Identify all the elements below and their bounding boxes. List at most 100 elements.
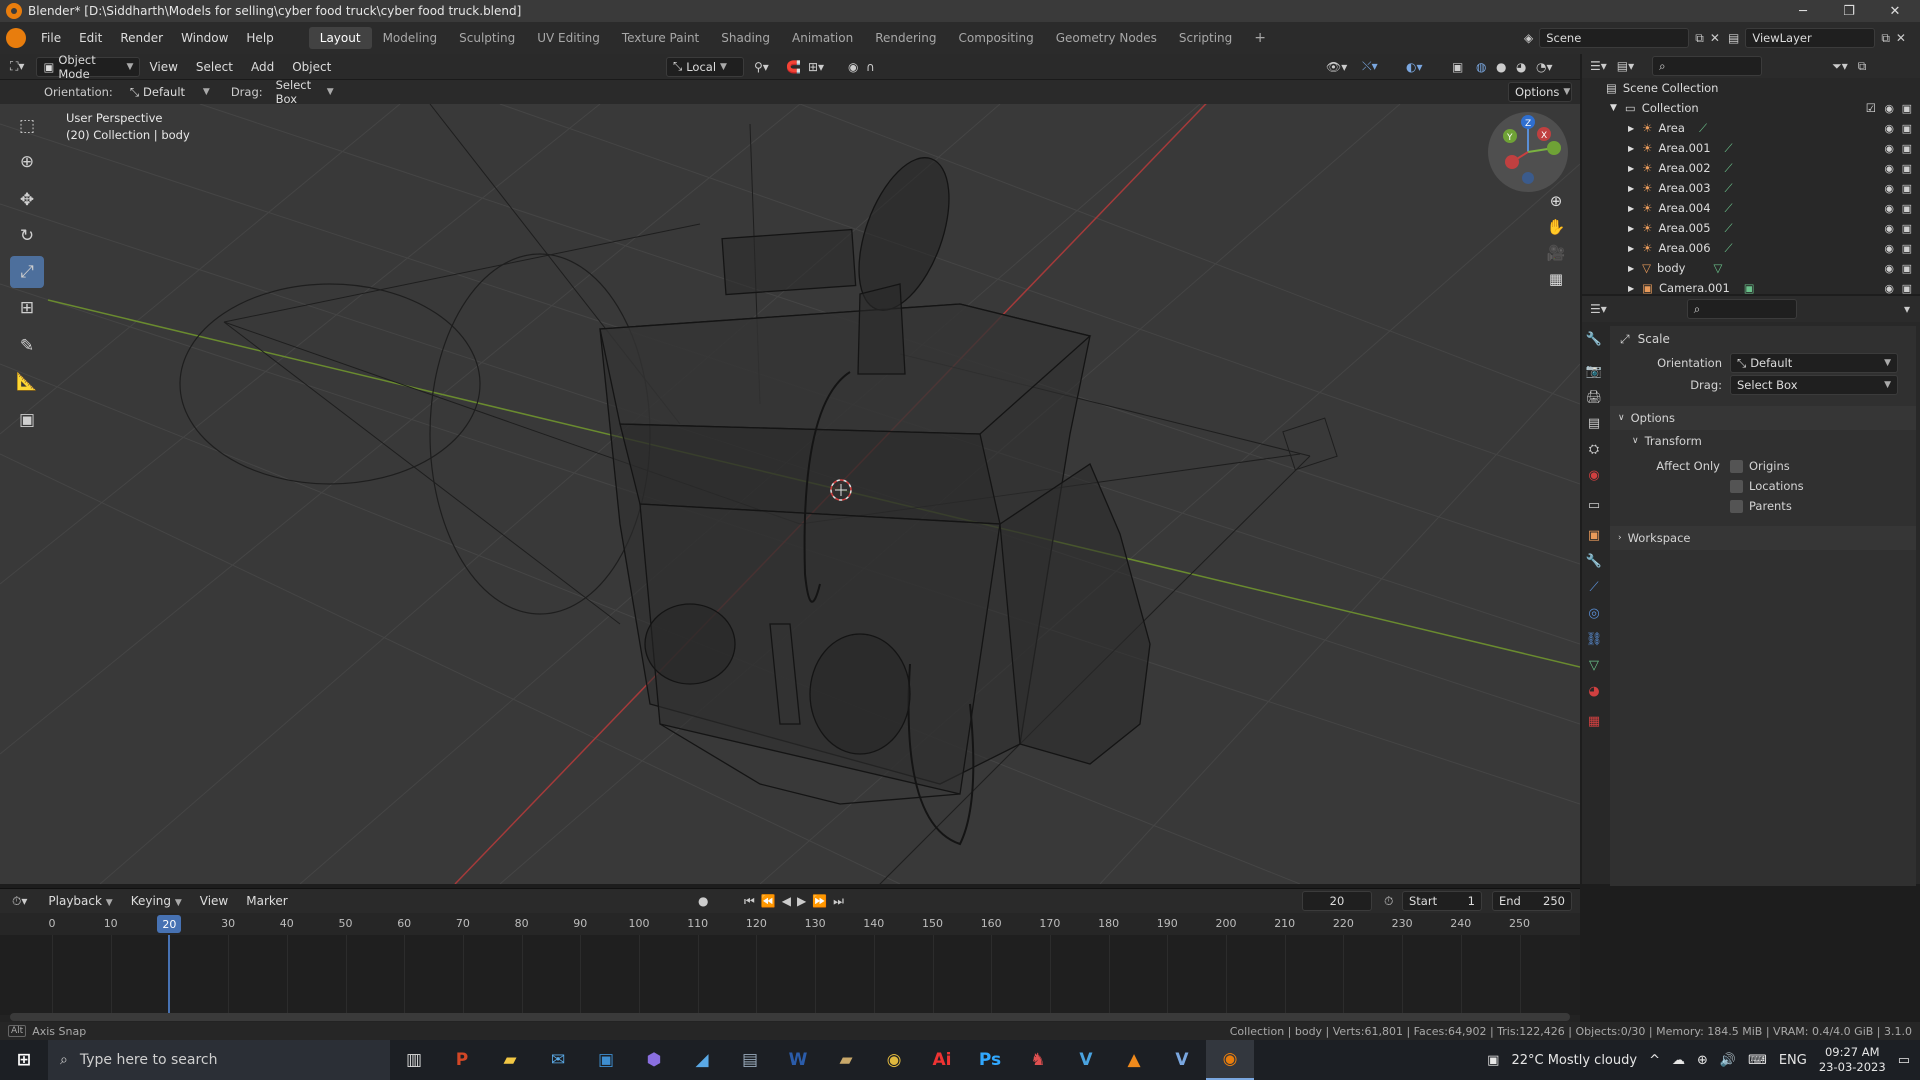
timeline-editor-icon[interactable]: ⏱▾ <box>12 894 27 909</box>
outliner-item[interactable]: ▶ ▽ body ▽ ◉ ▣ <box>1582 258 1920 278</box>
expand-icon[interactable]: ▶ <box>1628 184 1634 193</box>
zoom-icon[interactable]: ⊕ <box>1543 188 1569 214</box>
playhead[interactable]: 20 <box>157 915 182 933</box>
tab-shading[interactable]: Shading <box>710 27 781 49</box>
minimize-button[interactable]: ─ <box>1780 0 1826 22</box>
outliner-item[interactable]: ▶ ☀ Area.004 ⟋ ◉ ▣ <box>1582 198 1920 218</box>
end-frame-field[interactable]: End 250 <box>1492 891 1572 911</box>
particles-tab-icon[interactable]: ⟋ <box>1582 574 1606 600</box>
network-icon[interactable]: ☁ <box>1672 1053 1685 1068</box>
viewport-menu-object[interactable]: Object <box>283 60 340 74</box>
checkbox-icon[interactable]: ☑ <box>1866 101 1876 115</box>
parents-checkbox[interactable] <box>1730 499 1743 513</box>
object-tab-icon[interactable]: ▣ <box>1582 522 1606 548</box>
tab-uv-editing[interactable]: UV Editing <box>526 27 611 49</box>
taskbar-search-box[interactable]: ⌕ Type here to search <box>48 1040 390 1080</box>
powerpoint-icon[interactable]: P <box>438 1040 486 1080</box>
menu-edit[interactable]: Edit <box>70 31 111 45</box>
menu-help[interactable]: Help <box>237 31 282 45</box>
weather-text[interactable]: 22°C Mostly cloudy <box>1511 1053 1637 1068</box>
select-box-tool-icon[interactable]: ⬚ <box>10 110 44 142</box>
language-indicator[interactable]: ENG <box>1779 1053 1807 1068</box>
eye-icon[interactable]: ◉ <box>1884 222 1894 235</box>
xray-toggle-icon[interactable]: ▣ <box>1452 60 1463 74</box>
annotate-tool-icon[interactable]: ✎ <box>10 330 44 362</box>
new-collection-icon[interactable]: ⧉ <box>1858 59 1867 74</box>
frame-ruler[interactable]: 0 10 20 30 40 50 60 70 80 90 100 110 120 130 140 150 160… <box>0 913 1580 935</box>
eye-icon[interactable]: ◉ <box>1884 262 1894 275</box>
view-layer-icon[interactable]: ▤ <box>1728 31 1739 45</box>
mail-icon[interactable]: ✉ <box>534 1040 582 1080</box>
tab-texture-paint[interactable]: Texture Paint <box>611 27 710 49</box>
camera-icon[interactable]: ▣ <box>1902 162 1912 175</box>
snap-icon[interactable]: 🧲 <box>786 60 801 74</box>
camera-icon[interactable]: ▣ <box>1902 142 1912 155</box>
app-icon[interactable]: ▰ <box>822 1040 870 1080</box>
constraints-tab-icon[interactable]: ⛓ <box>1582 626 1606 652</box>
start-frame-field[interactable]: Start 1 <box>1402 891 1482 911</box>
eye-icon[interactable]: ◉ <box>1884 242 1894 255</box>
transform-subpanel-header[interactable]: ∨ Transform <box>1610 430 1916 452</box>
camera-icon[interactable]: ▣ <box>1902 222 1912 235</box>
eye-icon[interactable]: ◉ <box>1884 182 1894 195</box>
expand-icon[interactable]: ▶ <box>1628 124 1634 133</box>
drag-dropdown[interactable]: Select Box ▼ <box>1730 375 1898 395</box>
viewport-menu-view[interactable]: View <box>140 60 186 74</box>
move-tool-icon[interactable]: ✥ <box>10 184 44 216</box>
origins-checkbox[interactable] <box>1730 459 1743 473</box>
world-tab-icon[interactable]: ◉ <box>1582 462 1606 488</box>
collection-row[interactable]: ▼ ▭ Collection ☑ ◉ ▣ <box>1582 98 1920 118</box>
app-icon[interactable]: ▤ <box>726 1040 774 1080</box>
gizmo-toggle-icon[interactable]: ⤬▾ <box>1362 59 1378 74</box>
tab-animation[interactable]: Animation <box>781 27 864 49</box>
chrome-icon[interactable]: ◉ <box>870 1040 918 1080</box>
timeline-scrollbar[interactable] <box>10 1013 1570 1021</box>
tab-geometry-nodes[interactable]: Geometry Nodes <box>1045 27 1168 49</box>
vlc-icon[interactable]: ▲ <box>1110 1040 1158 1080</box>
camera-view-icon[interactable]: 🎥 <box>1543 240 1569 266</box>
camera-icon[interactable]: ▣ <box>1902 202 1912 215</box>
close-window-button[interactable]: ✕ <box>1872 0 1918 22</box>
render-tab-icon[interactable]: 📷 <box>1582 358 1606 384</box>
timeline-menu-keying[interactable]: Keying ▼ <box>122 894 191 908</box>
app-icon[interactable]: V <box>1062 1040 1110 1080</box>
view-layer-tab-icon[interactable]: ▤ <box>1582 410 1606 436</box>
filter-icon[interactable]: ⏷▾ <box>1832 59 1848 74</box>
timeline-menu-playback[interactable]: Playback ▼ <box>39 894 121 908</box>
notification-icon[interactable]: ▭ <box>1898 1053 1910 1068</box>
outliner-item[interactable]: ▶ ☀ Area ⟋ ◉ ▣ <box>1582 118 1920 138</box>
app-icon[interactable]: V <box>1158 1040 1206 1080</box>
playback-controls[interactable]: ⏮⏪◀▶⏩⏭ <box>744 894 850 909</box>
outliner-item[interactable]: ▶ ☀ Area.002 ⟋ ◉ ▣ <box>1582 158 1920 178</box>
add-cube-tool-icon[interactable]: ▣ <box>10 404 44 436</box>
outliner-editor-icon[interactable]: ☰▾ <box>1590 59 1607 73</box>
eye-icon[interactable]: ◉ <box>1884 122 1894 135</box>
file-explorer-icon[interactable]: ▰ <box>486 1040 534 1080</box>
texture-tab-icon[interactable]: ▦ <box>1582 708 1606 734</box>
word-icon[interactable]: W <box>774 1040 822 1080</box>
timeline-menu-view[interactable]: View <box>191 894 237 908</box>
modifier-tab-icon[interactable]: 🔧 <box>1582 548 1606 574</box>
rotate-tool-icon[interactable]: ↻ <box>10 220 44 252</box>
outliner-search-input[interactable]: ⌕ <box>1652 56 1763 76</box>
volume-icon[interactable]: 🔊 <box>1720 1053 1736 1068</box>
keyboard-icon[interactable]: ⌨ <box>1748 1053 1767 1068</box>
current-frame-field[interactable]: 20 <box>1302 891 1372 911</box>
menu-render[interactable]: Render <box>111 31 172 45</box>
outliner-item[interactable]: ▶ ☀ Area.006 ⟋ ◉ ▣ <box>1582 238 1920 258</box>
clock-icon[interactable]: ⏱ <box>1384 894 1393 909</box>
add-workspace-button[interactable]: + <box>1243 26 1277 50</box>
eye-icon[interactable]: ◉ <box>1884 162 1894 175</box>
scene-collection-row[interactable]: ▤ Scene Collection <box>1582 78 1920 98</box>
eye-icon[interactable]: ◉ <box>1884 202 1894 215</box>
expand-icon[interactable]: ▶ <box>1628 144 1634 153</box>
expand-icon[interactable]: ▶ <box>1628 264 1634 273</box>
viewport-menu-add[interactable]: Add <box>242 60 283 74</box>
proportional-edit-icon[interactable]: ◉ <box>848 60 858 74</box>
transform-pivot-selector[interactable]: ⤡ Local ▼ <box>666 56 744 77</box>
camera-icon[interactable]: ▣ <box>1902 282 1912 295</box>
snap-increment-icon[interactable]: ⊞▾ <box>808 60 824 74</box>
pan-hand-icon[interactable]: ✋ <box>1543 214 1569 240</box>
chevron-down-icon[interactable]: ▾ <box>1904 302 1910 316</box>
locations-checkbox[interactable] <box>1730 479 1743 493</box>
